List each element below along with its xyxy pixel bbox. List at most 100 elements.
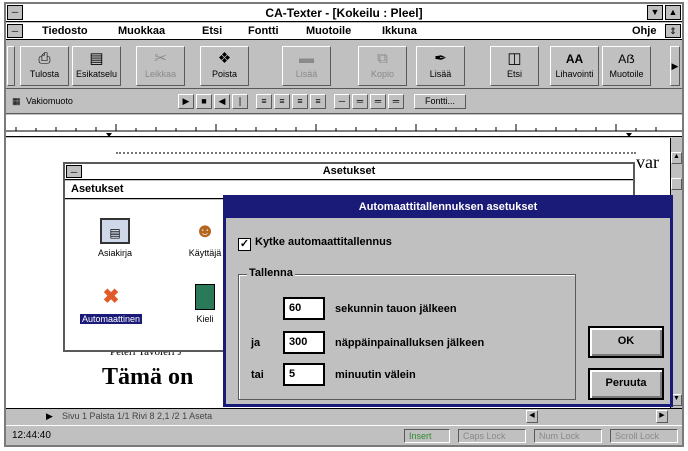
menu-ohje[interactable]: Ohje <box>632 25 656 37</box>
autosave-checkbox-row[interactable]: ✓ Kytke automaattitallennus <box>238 236 392 251</box>
toolbar: ⎙ Tulosta ▤ Esikatselu ✂ Leikkaa ❖ Poist… <box>6 41 682 89</box>
style-label[interactable]: Vakiomuoto <box>26 96 73 106</box>
format-button[interactable]: Aẞ Muotoile <box>602 46 651 86</box>
menu-fontti[interactable]: Fontti <box>248 25 279 37</box>
ruler-ticks <box>6 124 682 137</box>
copy-button[interactable]: ⧉ Kopio <box>358 46 407 86</box>
toolbar-scroll-right-icon[interactable]: ▶ <box>670 46 680 86</box>
paste-button[interactable]: ❖ Poista <box>200 46 249 86</box>
document-system-menu-icon[interactable]: ─ <box>7 24 23 38</box>
preview-button[interactable]: ▤ Esikatselu <box>72 46 121 86</box>
settings-item-label: Kieli <box>196 314 214 324</box>
toolbar-scroll-left-icon[interactable] <box>7 46 15 86</box>
settings-item-document[interactable]: ▤ Asiakirja <box>73 218 157 258</box>
settings-item-label: Käyttäjä <box>188 248 222 258</box>
row-prefix: ja <box>251 337 261 349</box>
settings-item-label: Asiakirja <box>97 248 132 258</box>
position-status: Sivu 1 Palsta 1/1 Rivi 8 2,1 /2 1 Aseta <box>62 411 213 421</box>
preview-icon: ▤ <box>89 50 104 67</box>
grid-icon: ▦ <box>12 96 21 106</box>
insert-icon: ▬ <box>299 50 314 67</box>
row-suffix: minuutin välein <box>335 369 416 381</box>
menu-muotoile[interactable]: Muotoile <box>306 25 351 37</box>
scroll-up-icon[interactable]: ▲ <box>671 152 682 164</box>
copy-label: Kopio <box>370 69 395 79</box>
cancel-button[interactable]: Peruuta <box>588 368 664 400</box>
menu-tiedosto[interactable]: Tiedosto <box>42 25 88 37</box>
spacing-onehalf-icon[interactable]: ═ <box>352 94 368 109</box>
spacing-single-icon[interactable]: ─ <box>334 94 350 109</box>
print-button[interactable]: ⎙ Tulosta <box>20 46 69 86</box>
bold-icon: AA <box>565 52 584 66</box>
autosave-checkbox-label: Kytke automaattitallennus <box>255 236 392 248</box>
settings-system-menu-icon[interactable]: ─ <box>66 165 82 178</box>
settings-item-autosave[interactable]: ✖ Automaattinen <box>69 284 153 324</box>
scroll-lock-indicator: Scroll Lock <box>610 429 678 443</box>
menu-ikkuna[interactable]: Ikkuna <box>382 25 417 37</box>
ok-button[interactable]: OK <box>588 326 664 358</box>
pen-button[interactable]: ✒ Lisää <box>416 46 465 86</box>
prev-icon[interactable]: ◀ <box>214 94 230 109</box>
settings-item-label: Automaattinen <box>79 314 143 324</box>
pen-label: Lisää <box>429 69 452 79</box>
justify-icon[interactable]: ≡ <box>310 94 326 109</box>
stop-icon[interactable]: ■ <box>196 94 212 109</box>
maximize-icon[interactable]: ▲ <box>665 5 681 20</box>
settings-title: Asetukset <box>65 164 633 180</box>
insert-indicator: Insert <box>404 429 450 443</box>
format-icon: Aẞ <box>618 52 635 66</box>
align-left-icon[interactable]: ≡ <box>256 94 272 109</box>
cut-button[interactable]: ✂ Leikkaa <box>136 46 185 86</box>
save-group-label: Tallenna <box>247 267 295 279</box>
spacing-double-icon[interactable]: ═ <box>370 94 386 109</box>
printer-icon: ⎙ <box>38 50 51 67</box>
autosave-checkbox[interactable]: ✓ <box>238 238 251 251</box>
book-icon <box>195 284 215 310</box>
bandage-icon: ✖ <box>102 286 120 308</box>
insert-button[interactable]: ▬ Lisää <box>282 46 331 86</box>
ruler[interactable] <box>6 115 682 137</box>
autosave-dialog: Automaattitallennuksen asetukset ✓ Kytke … <box>223 195 673 407</box>
window-title: CA-Texter - [Kokeilu : Pleel] <box>265 6 423 20</box>
doc-line-faded <box>116 152 636 154</box>
bold-button[interactable]: AA Lihavointi <box>550 46 599 86</box>
num-lock-indicator: Num Lock <box>534 429 602 443</box>
scissors-icon: ✂ <box>154 50 167 67</box>
preview-label: Esikatselu <box>75 69 118 79</box>
cut-label: Leikkaa <box>144 69 177 79</box>
menu-bar: ─ Tiedosto Muokkaa Etsi Fontti Muotoile … <box>6 23 682 40</box>
dialog-title: Automaattitallennuksen asetukset <box>226 198 670 218</box>
hscroll-right-icon[interactable]: ▶ <box>656 410 668 423</box>
keystrokes-input[interactable]: 300 <box>283 331 325 354</box>
font-button[interactable]: Fontti... <box>414 94 466 109</box>
restore-icon[interactable]: ⇕ <box>665 24 681 38</box>
paste-label: Poista <box>211 69 237 79</box>
page-nav-icon[interactable]: ▶ <box>46 411 53 422</box>
minimize-icon[interactable]: ▼ <box>647 5 663 20</box>
pen-icon: ✒ <box>434 50 447 67</box>
clock: 12:44:40 <box>12 430 51 441</box>
insert-label: Lisää <box>295 69 318 79</box>
seconds-input[interactable]: 60 <box>283 297 325 320</box>
find-icon: ◫ <box>507 50 522 67</box>
find-button[interactable]: ◫ Etsi <box>490 46 539 86</box>
hscroll-left-icon[interactable]: ◀ <box>526 410 538 423</box>
save-group: Tallenna 60 sekunnin tauon jälkeen ja 30… <box>238 267 576 400</box>
bar-icon[interactable]: ❘ <box>232 94 248 109</box>
spacing-triple-icon[interactable]: ═ <box>388 94 404 109</box>
caps-lock-indicator: Caps Lock <box>458 429 526 443</box>
align-center-icon[interactable]: ≡ <box>274 94 290 109</box>
row-suffix: sekunnin tauon jälkeen <box>335 303 457 315</box>
format-label: Muotoile <box>609 69 644 79</box>
align-right-icon[interactable]: ≡ <box>292 94 308 109</box>
horizontal-scrollbar[interactable]: ▶ Sivu 1 Palsta 1/1 Rivi 8 2,1 /2 1 Aset… <box>6 408 682 424</box>
user-icon: ☻ <box>194 220 216 242</box>
menu-etsi[interactable]: Etsi <box>202 25 222 37</box>
minutes-input[interactable]: 5 <box>283 363 325 386</box>
print-label: Tulosta <box>29 69 60 79</box>
status-bar: 12:44:40 Insert Caps Lock Num Lock Scrol… <box>6 425 682 445</box>
menu-muokkaa[interactable]: Muokkaa <box>118 25 165 37</box>
bold-label: Lihavointi <box>555 69 594 79</box>
scroll-thumb[interactable] <box>671 178 682 190</box>
play-icon[interactable]: ▶ <box>178 94 194 109</box>
